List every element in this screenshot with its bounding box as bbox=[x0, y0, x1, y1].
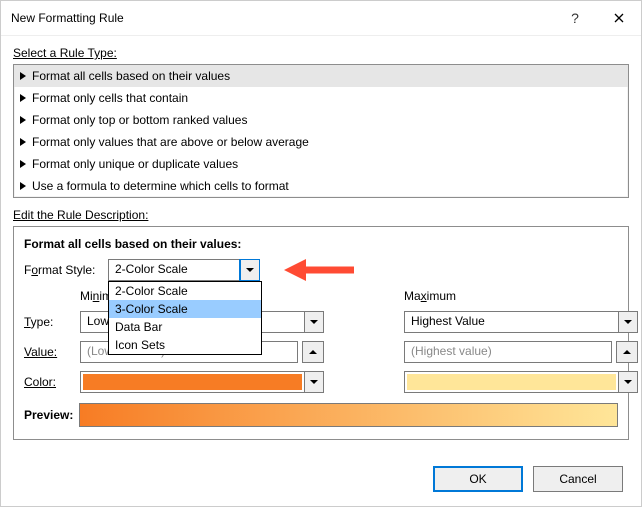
dialog-body: Select a Rule Type: Format all cells bas… bbox=[1, 36, 641, 456]
rule-type-item[interactable]: Format only values that are above or bel… bbox=[14, 131, 628, 153]
min-value-rangepick-button[interactable] bbox=[302, 341, 324, 363]
chevron-down-icon bbox=[624, 380, 632, 384]
rule-description-box: Format all cells based on their values: … bbox=[13, 226, 629, 440]
chevron-down-icon bbox=[624, 320, 632, 324]
rule-type-label: Select a Rule Type: bbox=[13, 46, 629, 60]
callout-arrow-icon bbox=[284, 255, 354, 285]
collapse-dialog-icon bbox=[309, 350, 317, 354]
format-style-dropdown-list[interactable]: 2-Color Scale 3-Color Scale Data Bar Ico… bbox=[108, 281, 262, 355]
max-color-swatch bbox=[407, 374, 616, 390]
format-style-value: 2-Color Scale bbox=[109, 260, 240, 280]
max-value-input[interactable]: (Highest value) bbox=[404, 341, 612, 363]
min-color-swatch bbox=[83, 374, 302, 390]
format-style-row: Format Style: 2-Color Scale 2-Color Scal… bbox=[24, 259, 618, 281]
ok-button[interactable]: OK bbox=[433, 466, 523, 492]
cancel-button[interactable]: Cancel bbox=[533, 466, 623, 492]
value-label: Value: bbox=[24, 345, 80, 359]
format-style-dropdown-button[interactable] bbox=[240, 260, 259, 280]
min-color-combo[interactable] bbox=[80, 371, 324, 393]
preview-gradient bbox=[79, 403, 618, 427]
type-label: Type: bbox=[24, 315, 80, 329]
preview-row: Preview: bbox=[24, 403, 618, 427]
new-formatting-rule-dialog: New Formatting Rule ? Select a Rule Type… bbox=[0, 0, 642, 507]
arrow-right-icon bbox=[20, 94, 26, 102]
format-style-combo[interactable]: 2-Color Scale bbox=[108, 259, 260, 281]
chevron-down-icon bbox=[246, 268, 254, 272]
close-button[interactable] bbox=[597, 1, 641, 35]
edit-description-label: Edit the Rule Description: bbox=[13, 208, 629, 222]
arrow-right-icon bbox=[20, 138, 26, 146]
max-color-combo[interactable] bbox=[404, 371, 638, 393]
rule-type-item[interactable]: Format all cells based on their values bbox=[14, 65, 628, 87]
rule-type-item[interactable]: Use a formula to determine which cells t… bbox=[14, 175, 628, 197]
chevron-down-icon bbox=[310, 380, 318, 384]
max-value-rangepick-button[interactable] bbox=[616, 341, 638, 363]
dropdown-button[interactable] bbox=[304, 312, 323, 332]
rule-type-item[interactable]: Format only top or bottom ranked values bbox=[14, 109, 628, 131]
arrow-right-icon bbox=[20, 72, 26, 80]
rule-type-item[interactable]: Format only unique or duplicate values bbox=[14, 153, 628, 175]
dropdown-button[interactable] bbox=[304, 372, 323, 392]
arrow-right-icon bbox=[20, 182, 26, 190]
maximum-header: Maximum bbox=[404, 289, 638, 303]
format-style-option[interactable]: Icon Sets bbox=[109, 336, 261, 354]
arrow-right-icon bbox=[20, 116, 26, 124]
format-style-label: Format Style: bbox=[24, 263, 108, 277]
dropdown-button[interactable] bbox=[618, 372, 637, 392]
close-icon bbox=[614, 13, 624, 23]
color-label: Color: bbox=[24, 375, 80, 389]
titlebar: New Formatting Rule ? bbox=[1, 1, 641, 36]
rule-type-list[interactable]: Format all cells based on their values F… bbox=[13, 64, 629, 198]
dialog-title: New Formatting Rule bbox=[11, 11, 553, 25]
rule-type-item[interactable]: Format only cells that contain bbox=[14, 87, 628, 109]
arrow-right-icon bbox=[20, 160, 26, 168]
format-style-option[interactable]: Data Bar bbox=[109, 318, 261, 336]
desc-title: Format all cells based on their values: bbox=[24, 237, 618, 251]
collapse-dialog-icon bbox=[623, 350, 631, 354]
preview-label: Preview: bbox=[24, 408, 73, 422]
dropdown-button[interactable] bbox=[618, 312, 637, 332]
max-type-combo[interactable]: Highest Value bbox=[404, 311, 638, 333]
help-button[interactable]: ? bbox=[553, 1, 597, 35]
format-style-option[interactable]: 3-Color Scale bbox=[109, 300, 261, 318]
chevron-down-icon bbox=[310, 320, 318, 324]
dialog-footer: OK Cancel bbox=[1, 456, 641, 506]
format-style-option[interactable]: 2-Color Scale bbox=[109, 282, 261, 300]
